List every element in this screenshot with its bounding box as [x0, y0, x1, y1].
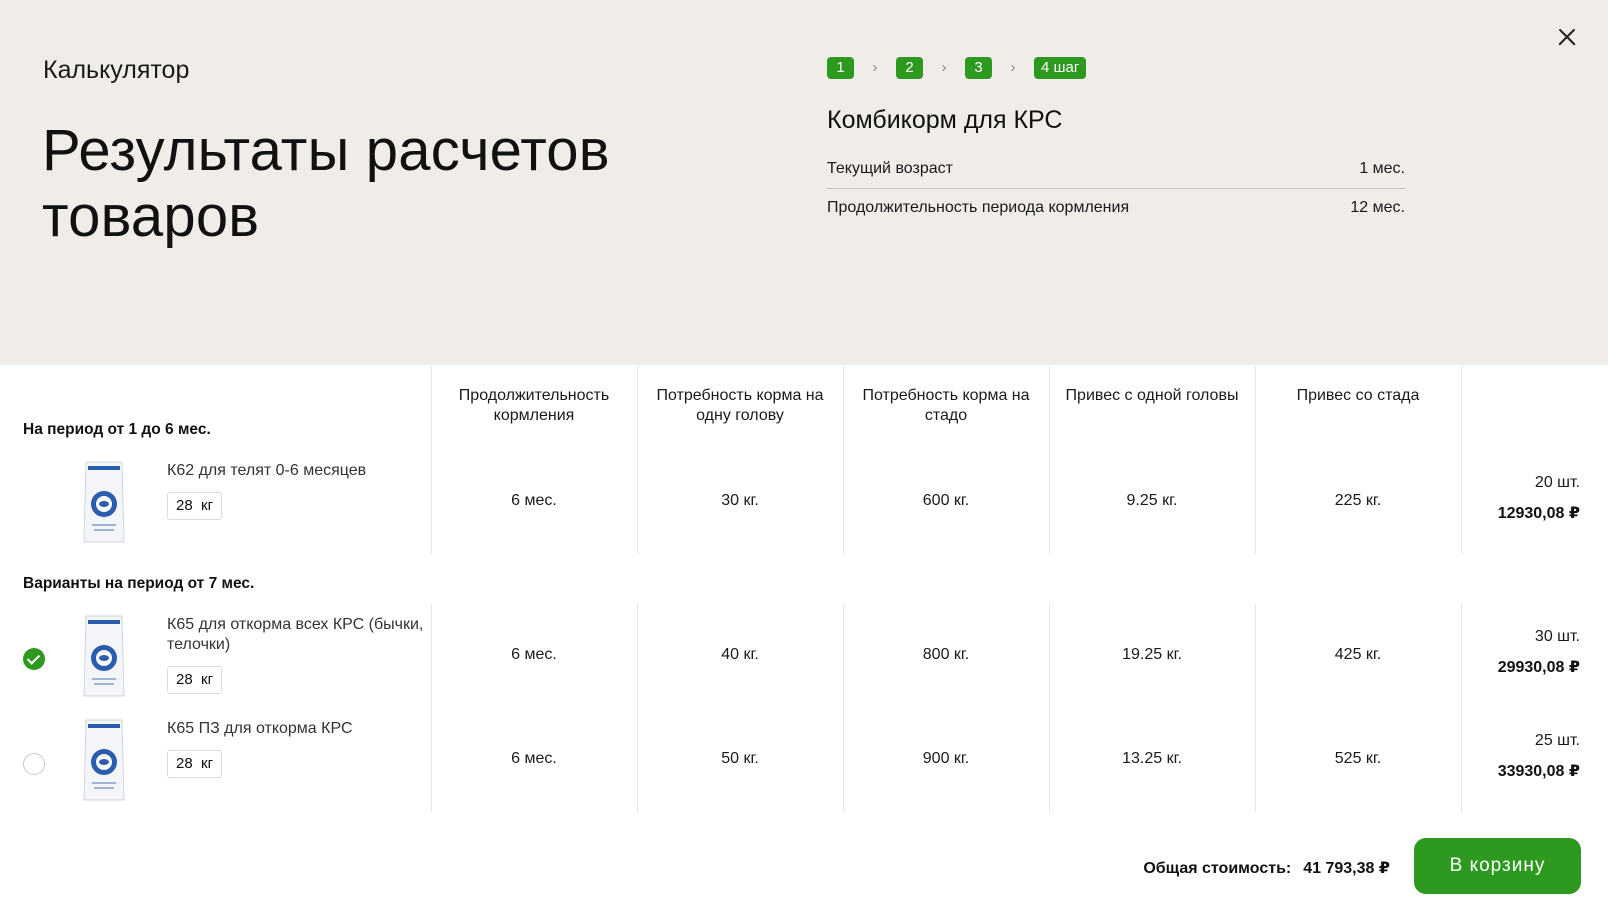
column-header-gain-herd: Привес со стада — [1296, 387, 1420, 404]
cell-gain-head: 9.25 кг. — [1126, 492, 1178, 509]
quantity: 30 шт. — [1534, 628, 1580, 645]
param-current-age: Текущий возраст 1 мес. — [827, 160, 1405, 189]
product-bag-image — [83, 615, 125, 697]
product-bag-image — [83, 461, 125, 543]
total-cost: Общая стоимость: 41 793,38 ₽ — [1100, 858, 1390, 878]
quantity: 25 шт. — [1534, 732, 1580, 749]
column-divider — [431, 604, 432, 812]
step-indicator: 1 › 2 › 3 › 4 шаг — [827, 57, 1087, 79]
column-header-duration: Продолжительность кормления — [458, 387, 610, 424]
param-value: 1 мес. — [1359, 160, 1405, 177]
column-divider — [1461, 366, 1462, 554]
cell-gain-head: 19.25 кг. — [1122, 646, 1182, 663]
group-label-period-1: На период от 1 до 6 мес. — [23, 421, 211, 438]
total-value: 41 793,38 ₽ — [1303, 860, 1390, 877]
weight-badge: 28 кг — [167, 750, 223, 778]
chevron-right-icon: › — [1010, 59, 1016, 76]
chevron-right-icon: › — [872, 59, 878, 76]
price: 33930,08 ₽ — [1497, 763, 1580, 780]
step-3[interactable]: 3 — [965, 57, 992, 79]
product-bag-image — [83, 719, 125, 801]
param-label: Текущий возраст — [827, 160, 953, 177]
cell-feed-per-head: 40 кг. — [721, 646, 759, 663]
close-icon[interactable] — [1552, 22, 1582, 52]
product-name[interactable]: К65 ПЗ для откорма КРС — [167, 719, 427, 739]
variant-radio-selected[interactable] — [23, 648, 45, 670]
cell-feed-herd: 800 кг. — [922, 646, 970, 663]
product-name[interactable]: К62 для телят 0-6 месяцев — [167, 461, 427, 481]
column-divider — [1255, 604, 1256, 812]
cell-gain-head: 13.25 кг. — [1122, 750, 1182, 767]
cell-duration: 6 мес. — [511, 492, 557, 509]
step-1[interactable]: 1 — [827, 57, 854, 79]
variant-radio-unselected[interactable] — [23, 753, 45, 775]
cell-feed-herd: 900 кг. — [922, 750, 970, 767]
product-name[interactable]: К65 для откорма всех КРС (бычки, телочки… — [167, 615, 427, 655]
calculator-label: Калькулятор — [43, 56, 190, 84]
price: 29930,08 ₽ — [1497, 659, 1580, 676]
column-divider — [637, 604, 638, 812]
cell-feed-per-head: 50 кг. — [721, 750, 759, 767]
step-4-current[interactable]: 4 шаг — [1034, 57, 1087, 79]
product-category-title: Комбикорм для КРС — [827, 106, 1063, 134]
quantity: 20 шт. — [1534, 474, 1580, 491]
column-header-feed-herd: Потребность корма на стадо — [862, 387, 1030, 424]
cell-duration: 6 мес. — [511, 750, 557, 767]
param-value: 12 мес. — [1350, 199, 1405, 216]
column-divider — [843, 604, 844, 812]
weight-badge: 28 кг — [167, 492, 223, 520]
column-divider — [1049, 604, 1050, 812]
group-label-period-2: Варианты на период от 7 мес. — [23, 575, 255, 592]
param-feeding-period: Продолжительность периода кормления 12 м… — [827, 199, 1405, 217]
column-header-gain-head: Привес с одной головы — [1065, 387, 1239, 404]
cell-feed-herd: 600 кг. — [922, 492, 970, 509]
total-label: Общая стоимость: — [1143, 860, 1292, 877]
price: 12930,08 ₽ — [1497, 505, 1580, 522]
column-header-feed-per-head: Потребность корма на одну голову — [656, 387, 824, 424]
chevron-right-icon: › — [941, 59, 947, 76]
weight-badge: 28 кг — [167, 666, 223, 694]
cell-duration: 6 мес. — [511, 646, 557, 663]
add-to-cart-button[interactable]: В корзину — [1414, 838, 1581, 894]
param-label: Продолжительность периода кормления — [827, 199, 1130, 216]
cell-feed-per-head: 30 кг. — [721, 492, 759, 509]
step-2[interactable]: 2 — [896, 57, 923, 79]
page-title: Результаты расчетов товаров — [42, 118, 610, 249]
